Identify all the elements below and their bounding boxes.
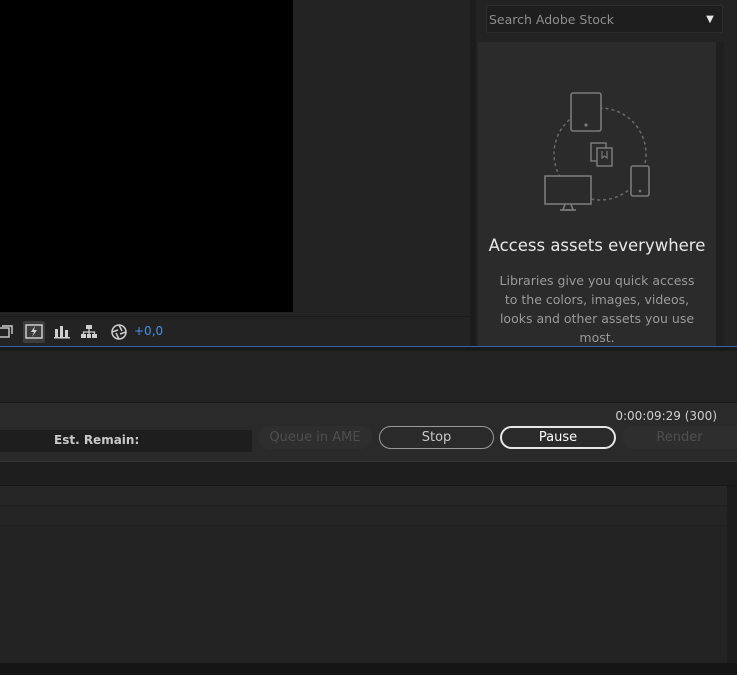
queue-column-header (0, 486, 727, 506)
window-bottom-edge (0, 663, 737, 675)
libraries-scrollbar[interactable] (716, 42, 724, 346)
queue-section-divider (0, 461, 737, 486)
queue-scrollbar[interactable] (727, 486, 737, 663)
fast-previews-icon[interactable] (23, 321, 45, 343)
viewer-toolbar: +0,0 (0, 316, 470, 346)
exposure-value[interactable]: +0,0 (134, 324, 163, 338)
composition-canvas[interactable] (0, 0, 293, 312)
empty-state-title: Access assets everywhere (488, 236, 706, 255)
render-controls: 0:00:09:29 (300) Est. Remain: Queue in A… (0, 403, 737, 461)
flowchart-icon[interactable] (78, 321, 100, 343)
region-of-interest-icon[interactable] (0, 321, 16, 343)
est-remain-label: Est. Remain: (54, 433, 140, 447)
libraries-empty-state: Access assets everywhere Libraries give … (478, 42, 716, 346)
devices-sync-illustration (544, 92, 650, 211)
empty-state-description: Libraries give you quick access to the c… (499, 273, 695, 345)
render-queue-list (0, 526, 727, 663)
exposure-reset-icon[interactable] (108, 321, 130, 343)
stock-search-box: ▼ (486, 5, 723, 33)
chevron-down-icon[interactable]: ▼ (698, 6, 722, 32)
search-adobe-stock-input[interactable] (487, 6, 697, 32)
render-queue-header (0, 351, 737, 403)
table-row[interactable] (0, 506, 727, 526)
render-button[interactable]: Render (622, 426, 737, 449)
transparency-grid-icon[interactable] (51, 321, 73, 343)
est-remain-field: Est. Remain: (0, 430, 252, 452)
queue-in-ame-button[interactable]: Queue in AME (258, 426, 372, 449)
elapsed-time: 0:00:09:29 (300) (615, 409, 717, 423)
pause-button[interactable]: Pause (500, 426, 616, 449)
libraries-panel: ▼ Access assets everywhere Libraries giv… (476, 0, 737, 346)
stop-button[interactable]: Stop (379, 426, 494, 449)
